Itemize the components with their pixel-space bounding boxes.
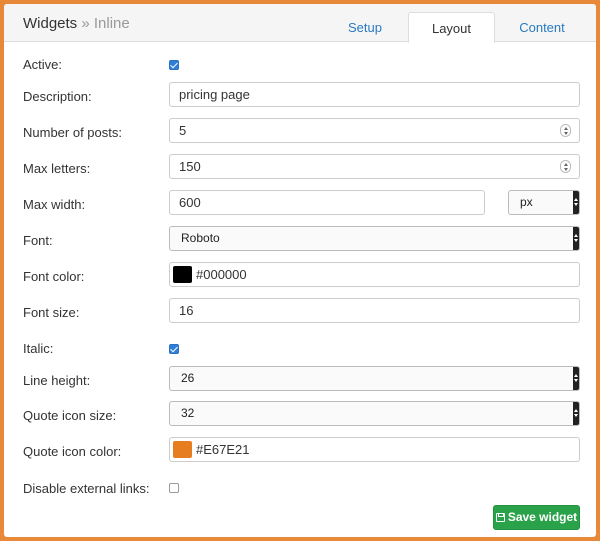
select-arrows-icon bbox=[573, 191, 579, 214]
save-widget-button[interactable]: Save widget bbox=[493, 505, 580, 530]
max-width-unit-select[interactable]: px bbox=[508, 190, 580, 215]
breadcrumb-separator: » bbox=[81, 15, 90, 32]
number-of-posts-label: Number of posts: bbox=[23, 125, 122, 140]
font-size-input[interactable]: 16 bbox=[169, 298, 580, 323]
description-label: Description: bbox=[23, 89, 92, 104]
font-select[interactable]: Roboto bbox=[169, 226, 580, 251]
breadcrumb-current: Inline bbox=[93, 15, 130, 32]
save-widget-label: Save widget bbox=[507, 510, 578, 524]
max-width-unit-value: px bbox=[520, 195, 533, 209]
quote-icon-size-label: Quote icon size: bbox=[23, 408, 117, 423]
font-color-label: Font color: bbox=[23, 269, 85, 284]
active-label: Active: bbox=[23, 57, 63, 72]
tab-content[interactable]: Content bbox=[495, 12, 589, 43]
max-letters-label: Max letters: bbox=[23, 161, 91, 176]
disable-external-links-label: Disable external links: bbox=[23, 481, 150, 496]
select-arrows-icon bbox=[573, 227, 579, 250]
font-color-value: #000000 bbox=[196, 267, 247, 282]
disable-external-links-checkbox[interactable] bbox=[169, 483, 179, 493]
widget-panel: Widgets » Inline Setup Layout Content Ac… bbox=[4, 4, 596, 537]
breadcrumb-root[interactable]: Widgets bbox=[23, 15, 77, 32]
font-color-swatch[interactable] bbox=[173, 266, 192, 283]
quote-icon-color-value: #E67E21 bbox=[196, 442, 250, 457]
panel-header: Widgets » Inline Setup Layout Content bbox=[4, 4, 596, 43]
quote-icon-size-value: 32 bbox=[181, 406, 195, 420]
tab-layout[interactable]: Layout bbox=[408, 12, 495, 43]
max-letters-value: 150 bbox=[179, 159, 201, 174]
quote-icon-color-input[interactable]: #E67E21 bbox=[169, 437, 580, 462]
select-arrows-icon bbox=[573, 367, 579, 390]
italic-label: Italic: bbox=[23, 341, 54, 356]
number-of-posts-value: 5 bbox=[179, 123, 187, 138]
floppy-disk-icon bbox=[495, 513, 505, 522]
active-checkbox[interactable] bbox=[169, 60, 179, 70]
font-label: Font: bbox=[23, 233, 53, 248]
max-width-input[interactable]: 600 bbox=[169, 190, 485, 215]
font-color-input[interactable]: #000000 bbox=[169, 262, 580, 287]
line-height-label: Line height: bbox=[23, 373, 91, 388]
max-width-label: Max width: bbox=[23, 197, 86, 212]
quote-icon-size-select[interactable]: 32 bbox=[169, 401, 580, 426]
number-stepper-icon[interactable] bbox=[560, 124, 571, 137]
tab-setup[interactable]: Setup bbox=[320, 12, 410, 43]
line-height-select[interactable]: 26 bbox=[169, 366, 580, 391]
quote-icon-color-swatch[interactable] bbox=[173, 441, 192, 458]
max-letters-input[interactable]: 150 bbox=[169, 154, 580, 179]
description-input[interactable]: pricing page bbox=[169, 82, 580, 107]
font-value: Roboto bbox=[181, 231, 220, 245]
number-of-posts-input[interactable]: 5 bbox=[169, 118, 580, 143]
letters-stepper-icon[interactable] bbox=[560, 160, 571, 173]
line-height-value: 26 bbox=[181, 371, 195, 385]
select-arrows-icon bbox=[573, 402, 579, 425]
page-title: Widgets » Inline bbox=[23, 15, 130, 32]
italic-checkbox[interactable] bbox=[169, 344, 179, 354]
font-size-label: Font size: bbox=[23, 305, 80, 320]
quote-icon-color-label: Quote icon color: bbox=[23, 444, 122, 459]
